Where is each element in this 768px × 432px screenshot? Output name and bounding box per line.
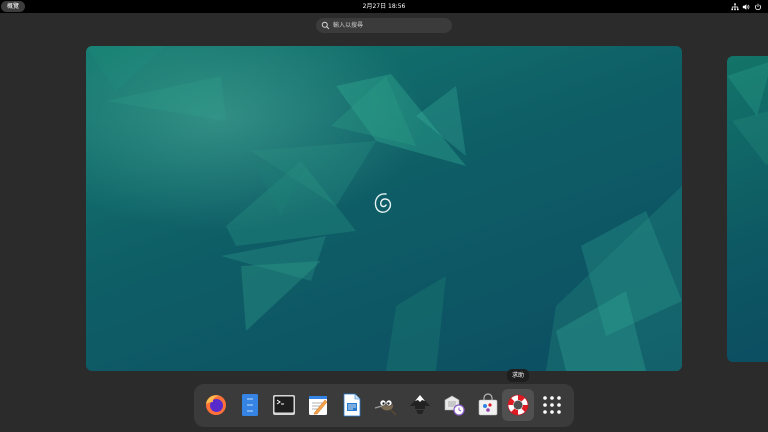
activities-button[interactable]: 概覽 bbox=[1, 1, 25, 12]
dock-item-files[interactable] bbox=[234, 389, 266, 421]
clock[interactable]: 2月27日 18:56 bbox=[334, 0, 434, 13]
firefox-icon bbox=[206, 395, 226, 415]
wallpaper-next bbox=[727, 62, 768, 166]
search-icon bbox=[321, 21, 330, 30]
dock-item-inkscape[interactable] bbox=[404, 389, 436, 421]
workspace-thumbnail[interactable] bbox=[86, 46, 682, 371]
dock-item-terminal[interactable] bbox=[268, 389, 300, 421]
dock-item-gimp[interactable] bbox=[370, 389, 402, 421]
dock-item-help[interactable] bbox=[502, 389, 534, 421]
dock-item-firefox[interactable] bbox=[200, 389, 232, 421]
terminal-icon bbox=[273, 395, 295, 415]
text-editor-icon bbox=[309, 396, 328, 415]
dock-item-writer[interactable] bbox=[336, 389, 368, 421]
volume-icon[interactable] bbox=[742, 3, 750, 11]
dock-item-show-apps[interactable] bbox=[536, 389, 568, 421]
debian-logo-icon bbox=[374, 193, 392, 213]
backup-icon bbox=[444, 395, 465, 416]
help-tooltip: 求助 bbox=[507, 369, 529, 382]
inkscape-icon bbox=[410, 395, 430, 414]
dash bbox=[194, 384, 574, 427]
software-icon bbox=[478, 393, 498, 416]
power-icon[interactable] bbox=[754, 3, 762, 11]
show-apps-icon bbox=[543, 396, 561, 414]
dock-item-software[interactable] bbox=[472, 389, 504, 421]
files-icon bbox=[242, 394, 258, 416]
top-bar: 概覽 2月27日 18:56 bbox=[0, 0, 768, 13]
dock-item-backup[interactable] bbox=[438, 389, 470, 421]
next-workspace-thumbnail[interactable] bbox=[727, 56, 768, 362]
gimp-icon bbox=[374, 399, 397, 416]
search-field[interactable]: 輸入以搜尋 bbox=[316, 18, 452, 33]
help-icon bbox=[507, 394, 529, 416]
network-icon[interactable] bbox=[731, 3, 739, 11]
dock-item-text-editor[interactable] bbox=[302, 389, 334, 421]
search-placeholder: 輸入以搜尋 bbox=[333, 22, 364, 29]
libreoffice-writer-icon bbox=[343, 393, 361, 417]
